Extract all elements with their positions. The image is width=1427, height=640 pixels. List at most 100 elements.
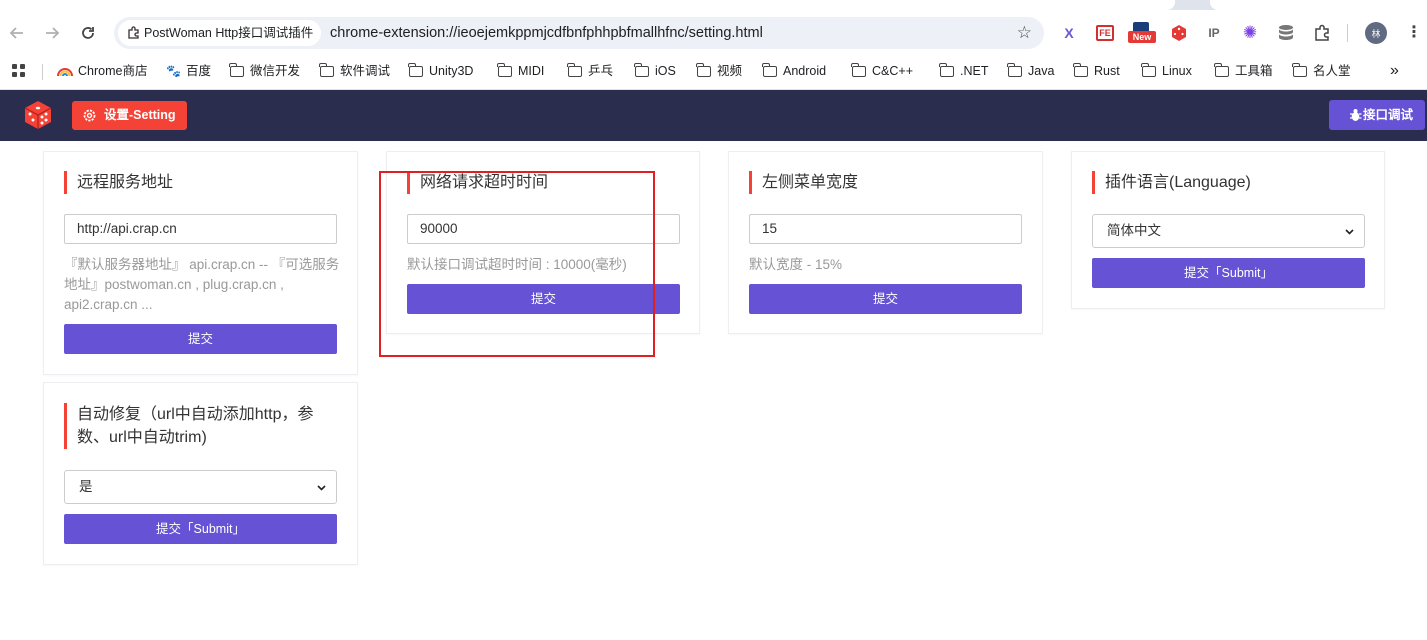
language-select[interactable]: 简体中文 [1092, 214, 1365, 248]
folder-icon [1073, 62, 1088, 77]
api-debug-label: 接口调试 [1362, 108, 1413, 122]
folder-icon [1007, 62, 1022, 77]
bookmark-label: 软件调试 [340, 64, 391, 78]
dice-icon[interactable] [1168, 22, 1190, 44]
bookmark-item[interactable]: MIDI [497, 56, 544, 86]
folder-icon [634, 62, 649, 77]
timeout-submit-button[interactable]: 提交 [407, 284, 680, 314]
folder-icon [1214, 62, 1229, 77]
folder-icon [1292, 62, 1307, 77]
url-text[interactable]: chrome-extension://ieoejemkppmjcdfbnfphh… [330, 17, 763, 49]
server-submit-button[interactable]: 提交 [64, 324, 337, 354]
fe-icon[interactable]: FE [1094, 22, 1116, 44]
bookmark-item[interactable]: Java [1007, 56, 1054, 86]
bookmark-label: 乒乓 [588, 64, 614, 78]
bookmark-label: .NET [960, 64, 989, 78]
bookmark-star-icon[interactable]: ☆ [1017, 23, 1032, 43]
bookmark-item[interactable]: 软件调试 [319, 56, 391, 86]
bookmarks-overflow-icon[interactable]: » [1390, 56, 1399, 86]
timeout-hint: 默认接口调试超时时间 : 10000(毫秒) [407, 257, 627, 272]
bug-icon [1349, 109, 1362, 121]
language-selected-value: 简体中文 [1107, 223, 1161, 238]
database-icon[interactable] [1275, 22, 1297, 44]
new-badge-icon[interactable]: New [1128, 22, 1156, 44]
address-bar[interactable]: PostWoman Http接口调试插件 chrome-extension://… [114, 17, 1044, 49]
bookmark-item[interactable]: iOS [634, 56, 676, 86]
dice-logo-icon[interactable] [22, 99, 54, 131]
bookmark-label: C&C++ [872, 64, 913, 78]
language-card: 插件语言(Language) 简体中文 提交「Submit」 [1071, 151, 1385, 309]
ip-icon[interactable]: IP [1203, 22, 1225, 44]
bookmark-item[interactable]: 名人堂 [1292, 56, 1351, 86]
bookmark-label: Unity3D [429, 64, 474, 78]
autofix-select[interactable]: 是 [64, 470, 337, 504]
bookmark-label: iOS [655, 64, 676, 78]
autofix-selected-value: 是 [79, 479, 93, 494]
inactive-tab[interactable] [1210, 0, 1427, 10]
setting-button[interactable]: 设置-Setting [72, 101, 187, 130]
chevron-down-icon [317, 485, 326, 491]
bookmark-label: 微信开发 [250, 64, 301, 78]
folder-icon [567, 62, 582, 77]
bookmark-label: 百度 [185, 64, 211, 78]
apps-grid-icon[interactable] [12, 56, 26, 86]
active-tab[interactable] [0, 0, 1175, 10]
language-submit-button[interactable]: 提交「Submit」 [1092, 258, 1365, 288]
server-address-hint: 『默认服务器地址』 api.crap.cn -- 『可选服务地址』postwom… [64, 257, 340, 312]
folder-icon [229, 62, 244, 77]
timeout-card: 网络请求超时时间 90000 默认接口调试超时时间 : 10000(毫秒) 提交 [386, 151, 700, 334]
server-address-card: 远程服务地址 http://api.crap.cn 『默认服务器地址』 api.… [43, 151, 358, 375]
forward-icon[interactable] [40, 21, 64, 45]
bookmark-item[interactable]: Unity3D [408, 56, 474, 86]
x-icon[interactable]: X [1058, 22, 1080, 44]
bookmark-label: Chrome商店 [78, 64, 148, 78]
puzzle-icon[interactable] [1311, 22, 1333, 44]
app-header: 设置-Setting 接口调试 [0, 90, 1427, 141]
server-address-input[interactable]: http://api.crap.cn [64, 214, 337, 244]
folder-icon [939, 62, 954, 77]
more-menu-icon[interactable]: ⋮ [1403, 22, 1425, 44]
card-title: 网络请求超时时间 [407, 171, 548, 194]
menu-width-card: 左侧菜单宽度 15 默认宽度 - 15% 提交 [728, 151, 1043, 334]
bookmark-label: Android [783, 64, 827, 78]
bookmark-label: Rust [1094, 64, 1120, 78]
gear-icon [83, 109, 96, 122]
site-info-chip[interactable]: PostWoman Http接口调试插件 [118, 20, 322, 46]
back-icon[interactable] [5, 21, 29, 45]
bookmark-item[interactable]: 视频 [696, 56, 742, 86]
autofix-submit-button[interactable]: 提交「Submit」 [64, 514, 337, 544]
menu-width-hint: 默认宽度 - 15% [749, 257, 843, 272]
card-title: 远程服务地址 [64, 171, 173, 194]
bookmark-item[interactable]: 微信开发 [229, 56, 301, 86]
api-debug-button[interactable]: 接口调试 [1328, 100, 1425, 130]
setting-button-label: 设置-Setting [104, 108, 176, 122]
bookmark-item[interactable]: .NET [939, 56, 989, 86]
bookmark-item[interactable]: Android [762, 56, 827, 86]
bookmark-item[interactable]: Linux [1141, 56, 1192, 86]
folder-icon [319, 62, 334, 77]
folder-icon [696, 62, 711, 77]
bookmark-item[interactable]: 🐾 百度 [166, 56, 211, 86]
autofix-card: 自动修复（url中自动添加http，参数、url中自动trim) 是 提交「Su… [43, 382, 358, 565]
bookmark-item[interactable]: Rust [1073, 56, 1120, 86]
flower-icon[interactable]: ✺ [1239, 22, 1261, 44]
timeout-input[interactable]: 90000 [407, 214, 680, 244]
baidu-paw-icon: 🐾 [166, 64, 181, 78]
bookmark-item[interactable]: 乒乓 [567, 56, 614, 86]
bookmarks-bar: Chrome商店 🐾 百度 微信开发 软件调试 Unity3D MIDI 乒乓 iOS 视频 And… [0, 56, 1427, 90]
card-title: 自动修复（url中自动添加http，参数、url中自动trim) [64, 403, 329, 449]
menu-width-submit-button[interactable]: 提交 [749, 284, 1022, 314]
menu-width-input[interactable]: 15 [749, 214, 1022, 244]
folder-icon [408, 62, 423, 77]
bookmark-item[interactable]: C&C++ [851, 56, 913, 86]
bookmark-item[interactable]: 工具箱 [1214, 56, 1273, 86]
tab-title: PostWoman Http接口调试插件 [144, 26, 314, 40]
folder-icon [1141, 62, 1156, 77]
bookmark-label: 工具箱 [1235, 64, 1273, 78]
bookmark-item[interactable]: Chrome商店 [57, 56, 147, 86]
card-title: 左侧菜单宽度 [749, 171, 858, 194]
profile-avatar[interactable]: 林 [1365, 22, 1387, 44]
reload-icon[interactable] [76, 21, 100, 45]
chevron-down-icon [1345, 229, 1354, 235]
folder-icon [762, 62, 777, 77]
